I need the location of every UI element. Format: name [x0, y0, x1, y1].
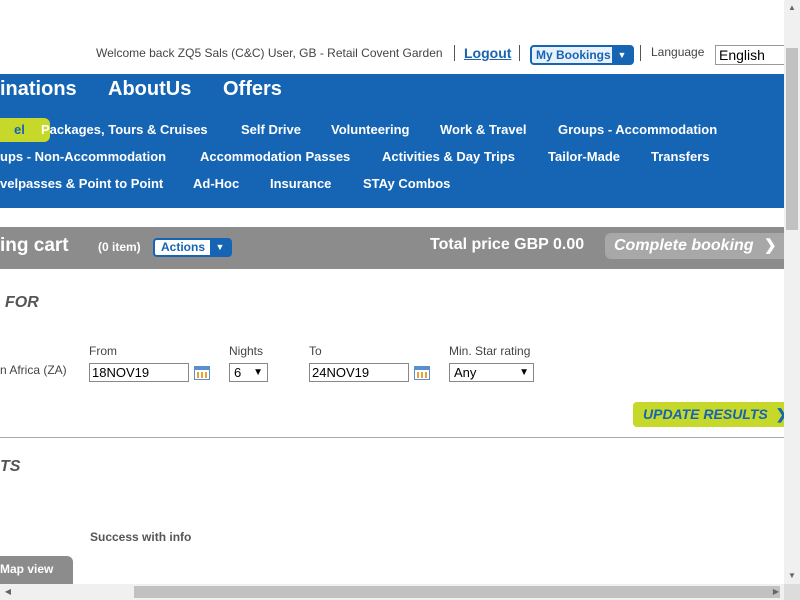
welcome-text: Welcome back ZQ5 Sals (C&C) User, GB - R…: [96, 46, 443, 60]
divider: [519, 45, 520, 61]
subnav-packages[interactable]: Packages, Tours & Cruises: [41, 122, 208, 137]
status-message: Success with info: [90, 530, 192, 544]
update-results-button[interactable]: UPDATE RESULTS ❯: [633, 402, 793, 427]
update-results-label: UPDATE RESULTS: [643, 406, 768, 422]
my-bookings-dropdown[interactable]: My Bookings ▼: [530, 45, 634, 65]
chevron-down-icon: ▼: [519, 367, 529, 378]
subnav-self-drive[interactable]: Self Drive: [241, 122, 301, 137]
nav-offers[interactable]: Offers: [223, 78, 282, 101]
star-rating-select[interactable]: Any ▼: [449, 363, 534, 382]
nights-value: 6: [234, 365, 242, 380]
to-date-input[interactable]: 24NOV19: [309, 363, 409, 382]
section-divider: [0, 437, 784, 438]
scroll-up-icon[interactable]: ▲: [784, 0, 800, 16]
nav-about-us[interactable]: AboutUs: [108, 78, 191, 101]
chevron-down-icon: ▼: [210, 240, 230, 255]
subnav-stay-combos[interactable]: STAy Combos: [363, 176, 450, 191]
actions-label: Actions: [161, 240, 206, 254]
subnav-transfers[interactable]: Transfers: [651, 149, 710, 164]
from-date-input[interactable]: 18NOV19: [89, 363, 189, 382]
destination-label: n Africa (ZA): [0, 363, 67, 377]
subnav-groups-non-accommodation[interactable]: ups - Non-Accommodation: [0, 149, 166, 164]
scroll-down-icon[interactable]: ▼: [784, 568, 800, 584]
subnav-groups-accommodation[interactable]: Groups - Accommodation: [558, 122, 717, 137]
divider: [454, 45, 455, 61]
nights-select[interactable]: 6 ▼: [229, 363, 268, 382]
cart-title: ing cart: [0, 235, 69, 256]
language-label: Language: [651, 45, 705, 59]
complete-booking-label: Complete booking: [614, 237, 754, 254]
chevron-down-icon: ▼: [253, 367, 263, 378]
scroll-right-icon[interactable]: ▶: [768, 584, 784, 600]
calendar-icon[interactable]: [414, 366, 430, 380]
star-rating-value: Any: [454, 365, 477, 380]
cart-count: (0 item): [98, 240, 141, 254]
search-title: FOR: [5, 294, 39, 311]
complete-booking-button[interactable]: Complete booking ❯: [605, 233, 790, 259]
vertical-scroll-thumb[interactable]: [786, 48, 798, 230]
subnav-travelpasses[interactable]: velpasses & Point to Point: [0, 176, 163, 191]
scroll-left-icon[interactable]: ◀: [0, 584, 16, 600]
star-rating-label: Min. Star rating: [449, 344, 531, 358]
calendar-icon[interactable]: [194, 366, 210, 380]
from-label: From: [89, 344, 117, 358]
nights-label: Nights: [229, 344, 264, 358]
logout-link[interactable]: Logout: [464, 45, 511, 61]
to-label: To: [309, 344, 322, 358]
actions-dropdown[interactable]: Actions ▼: [153, 238, 232, 257]
horizontal-scroll-thumb[interactable]: [134, 586, 780, 598]
chevron-right-icon: ❯: [764, 237, 777, 254]
subnav-activities[interactable]: Activities & Day Trips: [382, 149, 515, 164]
subnav-tailor-made[interactable]: Tailor-Made: [548, 149, 620, 164]
map-view-tab[interactable]: Map view: [0, 556, 73, 584]
scrollbar-corner: [784, 584, 800, 600]
divider: [640, 45, 641, 61]
total-price: Total price GBP 0.00: [430, 236, 585, 253]
subnav-insurance[interactable]: Insurance: [270, 176, 331, 191]
my-bookings-label: My Bookings: [536, 48, 611, 62]
subnav-work-travel[interactable]: Work & Travel: [440, 122, 526, 137]
language-select[interactable]: English: [715, 45, 795, 65]
chevron-down-icon: ▼: [612, 47, 632, 63]
results-title: TS: [0, 458, 21, 475]
subnav-accommodation-passes[interactable]: Accommodation Passes: [200, 149, 350, 164]
subnav-ad-hoc[interactable]: Ad-Hoc: [193, 176, 239, 191]
nav-destinations[interactable]: inations: [0, 78, 77, 101]
subnav-volunteering[interactable]: Volunteering: [331, 122, 409, 137]
